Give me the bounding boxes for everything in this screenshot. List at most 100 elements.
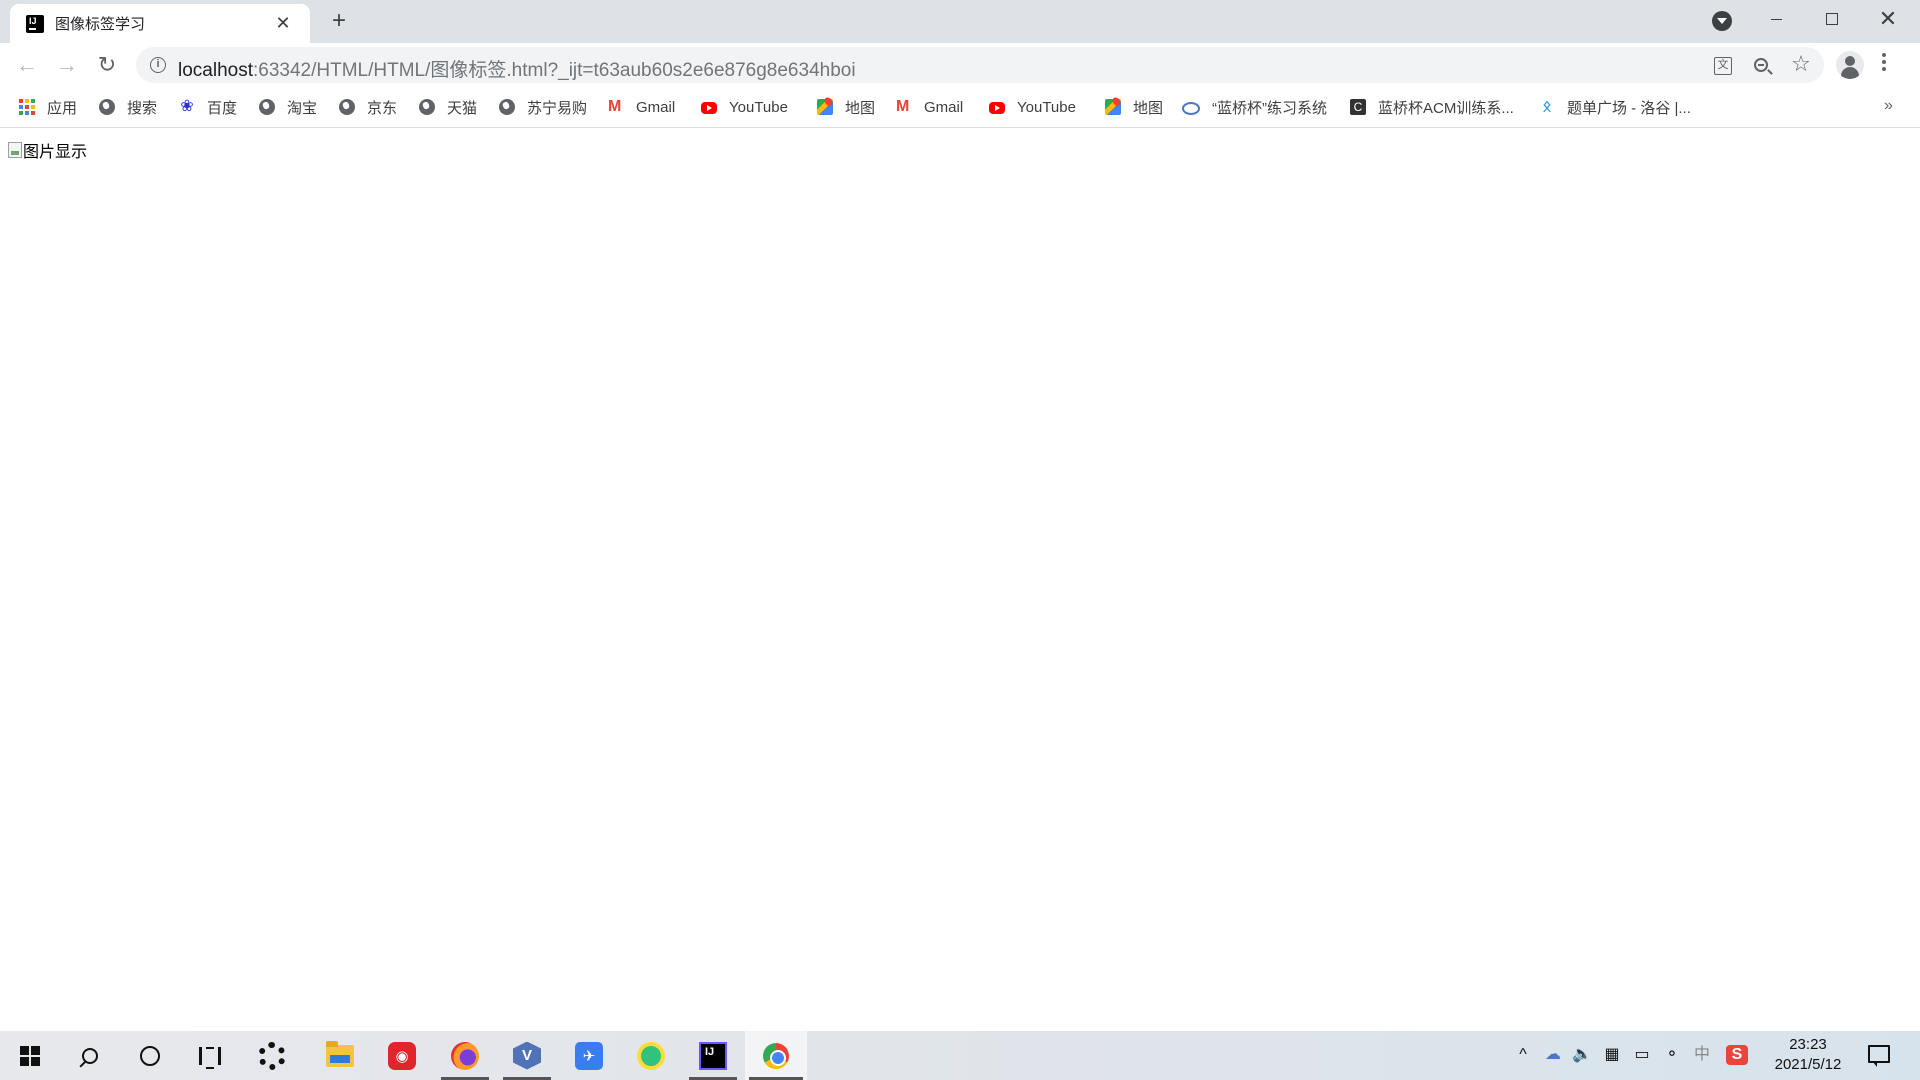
address-bar[interactable]: i localhost:63342/HTML/HTML/图像标签.html?_i… <box>136 47 1824 83</box>
translate-icon[interactable]: 文 <box>1714 57 1732 75</box>
sogou-ime-icon[interactable]: S <box>1726 1045 1748 1065</box>
taskbar-app-chrome[interactable] <box>745 1031 807 1080</box>
maximize-button[interactable] <box>1804 0 1860 38</box>
forward-button[interactable]: → <box>51 49 83 81</box>
bookmark-jd[interactable]: 京东 <box>339 95 397 119</box>
wifi-icon[interactable]: ⚬ <box>1660 1045 1684 1065</box>
bookmark-search[interactable]: 搜索 <box>99 95 157 119</box>
lanqiao-icon <box>1182 101 1200 115</box>
task-view-icon <box>199 1046 221 1069</box>
firefox-icon <box>451 1041 479 1070</box>
taskbar-app-pinwheel[interactable] <box>244 1031 300 1080</box>
back-button[interactable]: ← <box>11 49 43 81</box>
broken-image: 图片显示 <box>8 138 87 162</box>
profile-avatar[interactable] <box>1836 51 1864 79</box>
taskbar-app-visual-studio[interactable]: V <box>499 1031 555 1080</box>
bookmark-baidu[interactable]: ❀ 百度 <box>179 95 237 119</box>
clock-date: 2021/5/12 <box>1774 1056 1842 1073</box>
volume-icon[interactable]: 🔈 <box>1570 1045 1594 1065</box>
new-tab-button[interactable]: + <box>326 9 352 35</box>
bookmark-tmall[interactable]: 天猫 <box>419 95 477 119</box>
bookmark-label: Gmail <box>924 98 964 116</box>
maps-icon <box>817 99 833 115</box>
bookmark-gmail[interactable]: Gmail <box>608 95 675 119</box>
youtube-icon <box>701 101 717 114</box>
bookmark-label: 淘宝 <box>287 99 318 117</box>
pinwheel-app-icon <box>258 1041 286 1070</box>
intellij-idea-icon <box>699 1041 727 1070</box>
bookmark-label: 应用 <box>47 99 78 117</box>
netease-music-icon: ◉ <box>388 1041 416 1070</box>
taskbar-search-button[interactable] <box>62 1031 118 1080</box>
file-explorer-icon <box>326 1040 354 1067</box>
globe-icon <box>259 99 275 115</box>
bookmark-luogu[interactable]: ᛟ 题单广场 - 洛谷 |... <box>1539 95 1691 119</box>
windows-taskbar: ◉ V ✈ ^ ☁ 🔈 ▦ ▭ ⚬ 中 S 23:23 2021/5/12 <box>0 1031 1920 1080</box>
globe-icon <box>339 99 355 115</box>
taskbar-app-intellij[interactable] <box>685 1031 741 1080</box>
cloud-tray-icon[interactable]: ☁ <box>1541 1045 1565 1065</box>
broken-image-icon <box>8 142 22 158</box>
bookmark-label: 题单广场 - 洛谷 |... <box>1567 99 1691 117</box>
bookmark-label: 京东 <box>367 99 398 117</box>
page-content: 图片显示 <box>0 129 1920 1031</box>
bookmark-gmail-2[interactable]: Gmail <box>896 95 963 119</box>
battery-icon[interactable]: ▭ <box>1630 1045 1654 1065</box>
app-tray-icon[interactable]: ▦ <box>1600 1045 1624 1065</box>
taskbar-app-feishu[interactable]: ✈ <box>561 1031 617 1080</box>
ime-indicator[interactable]: 中 <box>1690 1045 1714 1065</box>
task-view-button[interactable] <box>182 1031 238 1080</box>
cortana-icon <box>140 1045 160 1066</box>
bookmark-label: 地图 <box>845 99 876 117</box>
bookmark-label: 地图 <box>1133 99 1164 117</box>
c-icon: C <box>1350 99 1366 115</box>
bookmark-label: 苏宁易购 <box>527 99 588 117</box>
cortana-button[interactable] <box>122 1031 178 1080</box>
browser-tab-active[interactable]: 图像标签学习 ✕ <box>10 4 310 43</box>
window-close-button[interactable]: ✕ <box>1860 0 1916 38</box>
star-icon[interactable]: ☆ <box>1790 53 1812 75</box>
globe-icon <box>499 99 515 115</box>
bookmark-label: 搜索 <box>127 99 158 117</box>
bookmark-label: 百度 <box>207 99 238 117</box>
bookmark-youtube-2[interactable]: YouTube <box>989 95 1076 119</box>
tab-close-icon[interactable]: ✕ <box>272 13 294 34</box>
browser-toolbar: ← → ↻ i localhost:63342/HTML/HTML/图像标签.h… <box>0 43 1920 86</box>
taskbar-app-qq-music[interactable] <box>623 1031 679 1080</box>
bookmark-taobao[interactable]: 淘宝 <box>259 95 317 119</box>
bookmark-label: YouTube <box>729 98 788 116</box>
tray-overflow-chevron-icon[interactable]: ^ <box>1512 1045 1534 1065</box>
youtube-icon <box>989 101 1005 114</box>
tab-search-icon[interactable] <box>1712 11 1732 31</box>
bookmark-label: YouTube <box>1017 98 1076 116</box>
visual-studio-icon: V <box>513 1041 541 1070</box>
bookmark-maps-2[interactable]: 地图 <box>1105 95 1163 119</box>
qq-music-icon <box>637 1041 665 1070</box>
clock-time: 23:23 <box>1789 1036 1827 1053</box>
system-clock[interactable]: 23:23 2021/5/12 <box>1760 1035 1856 1075</box>
url-text[interactable]: localhost:63342/HTML/HTML/图像标签.html?_ijt… <box>178 55 856 82</box>
start-button[interactable] <box>2 1031 58 1080</box>
bookmark-lanqiao[interactable]: “蓝桥杯”练习系统 <box>1182 95 1327 119</box>
bookmark-label: Gmail <box>636 98 676 116</box>
zoom-icon[interactable] <box>1754 58 1768 72</box>
bookmarks-overflow-icon[interactable]: » <box>1884 97 1893 115</box>
bookmark-suning[interactable]: 苏宁易购 <box>499 95 587 119</box>
image-alt-text: 图片显示 <box>23 144 88 161</box>
reload-button[interactable]: ↻ <box>91 49 123 81</box>
tab-title: 图像标签学习 <box>55 16 146 33</box>
bookmark-lanqiao-acm[interactable]: C 蓝桥杯ACM训练系... <box>1350 95 1514 119</box>
notification-center-icon[interactable] <box>1868 1045 1890 1067</box>
minimize-button[interactable] <box>1748 0 1804 38</box>
bookmark-label: “蓝桥杯”练习系统 <box>1212 99 1327 117</box>
more-menu-icon[interactable] <box>1882 53 1886 73</box>
gmail-icon <box>608 98 624 116</box>
taskbar-app-firefox[interactable] <box>437 1031 493 1080</box>
taskbar-app-file-explorer[interactable] <box>312 1031 368 1080</box>
bookmark-apps[interactable]: 应用 <box>19 95 77 119</box>
url-path: :63342/HTML/HTML/图像标签.html?_ijt=t63aub60… <box>253 60 856 81</box>
bookmark-youtube[interactable]: YouTube <box>701 95 788 119</box>
taskbar-app-netease-music[interactable]: ◉ <box>374 1031 430 1080</box>
bookmark-maps[interactable]: 地图 <box>817 95 875 119</box>
site-info-icon[interactable]: i <box>150 57 166 73</box>
